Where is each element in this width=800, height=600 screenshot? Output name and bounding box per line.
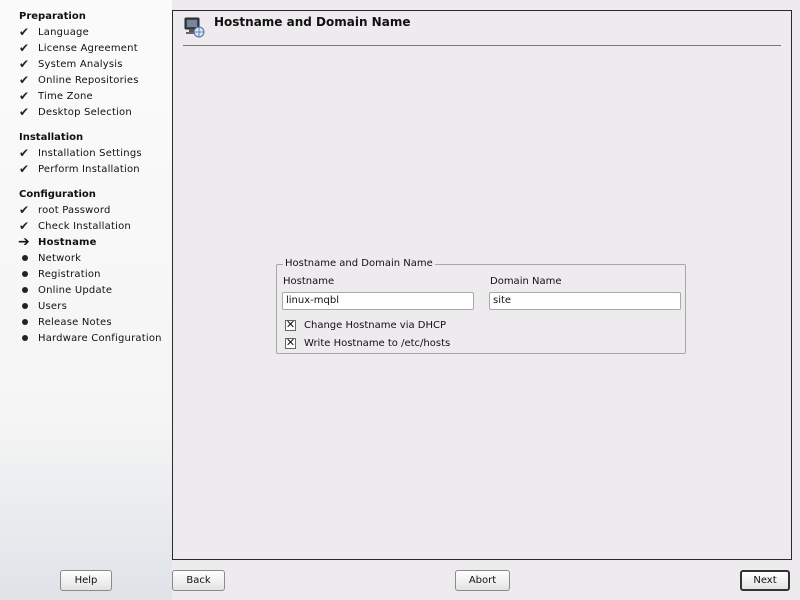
step-time-zone: ✔ Time Zone xyxy=(19,89,93,103)
hostname-label: Hostname xyxy=(283,276,335,287)
dhcp-checkbox-label: Change Hostname via DHCP xyxy=(304,319,447,331)
checkmark-icon: ✔ xyxy=(19,57,30,71)
write-hosts-checkbox[interactable]: ✕ xyxy=(285,337,296,349)
section-title-configuration: Configuration xyxy=(19,189,96,200)
checkmark-icon: ✔ xyxy=(19,146,30,160)
bullet-icon xyxy=(19,303,38,309)
checkmark-icon: ✔ xyxy=(19,162,30,176)
bullet-icon xyxy=(19,335,38,341)
back-button[interactable]: Back xyxy=(172,570,225,591)
step-root-password: ✔ root Password xyxy=(19,203,111,217)
step-language: ✔ Language xyxy=(19,25,89,39)
arrow-right-icon: ➔ xyxy=(18,234,30,250)
step-perform-installation: ✔ Perform Installation xyxy=(19,162,140,176)
step-license-agreement: ✔ License Agreement xyxy=(19,41,138,55)
step-hostname: ➔ Hostname xyxy=(18,234,97,250)
bullet-icon xyxy=(19,255,38,261)
abort-button[interactable]: Abort xyxy=(455,570,510,591)
network-computer-icon xyxy=(183,16,205,38)
checkmark-icon: ✔ xyxy=(19,41,30,55)
dhcp-checkbox[interactable]: ✕ xyxy=(285,319,296,331)
hostname-input[interactable]: linux-mqbl xyxy=(282,292,474,310)
step-network: Network xyxy=(19,251,81,265)
step-registration: Registration xyxy=(19,267,101,281)
main-panel: Hostname and Domain Name Hostname and Do… xyxy=(172,10,792,560)
domain-name-label: Domain Name xyxy=(490,276,562,287)
dhcp-checkbox-row[interactable]: ✕ Change Hostname via DHCP xyxy=(285,318,446,332)
bullet-icon xyxy=(19,287,38,293)
checkmark-icon: ✔ xyxy=(19,219,30,233)
step-online-update: Online Update xyxy=(19,283,112,297)
bullet-icon xyxy=(19,319,38,325)
step-system-analysis: ✔ System Analysis xyxy=(19,57,123,71)
write-hosts-checkbox-label: Write Hostname to /etc/hosts xyxy=(304,337,451,349)
step-check-installation: ✔ Check Installation xyxy=(19,219,131,233)
section-title-preparation: Preparation xyxy=(19,11,86,22)
hostname-domain-groupbox: Hostname and Domain Name Hostname linux-… xyxy=(276,258,686,354)
step-release-notes: Release Notes xyxy=(19,315,112,329)
groupbox-legend: Hostname and Domain Name xyxy=(283,258,435,269)
step-users: Users xyxy=(19,299,67,313)
installation-steps-sidebar: Preparation ✔ Language ✔ License Agreement… xyxy=(0,0,172,600)
bullet-icon xyxy=(19,271,38,277)
checkmark-icon: ✔ xyxy=(19,89,30,103)
checkmark-icon: ✔ xyxy=(19,105,30,119)
next-button[interactable]: Next xyxy=(740,570,790,591)
checkmark-icon: ✔ xyxy=(19,73,30,87)
checkmark-icon: ✔ xyxy=(19,25,30,39)
section-title-installation: Installation xyxy=(19,132,84,143)
page-title: Hostname and Domain Name xyxy=(214,15,411,29)
step-online-repositories: ✔ Online Repositories xyxy=(19,73,139,87)
step-installation-settings: ✔ Installation Settings xyxy=(19,146,142,160)
step-hardware-configuration: Hardware Configuration xyxy=(19,331,162,345)
step-desktop-selection: ✔ Desktop Selection xyxy=(19,105,132,119)
checkmark-icon: ✔ xyxy=(19,203,30,217)
title-divider xyxy=(183,45,781,46)
domain-name-input[interactable]: site xyxy=(489,292,681,310)
write-hosts-checkbox-row[interactable]: ✕ Write Hostname to /etc/hosts xyxy=(285,336,450,350)
help-button[interactable]: Help xyxy=(60,570,112,591)
